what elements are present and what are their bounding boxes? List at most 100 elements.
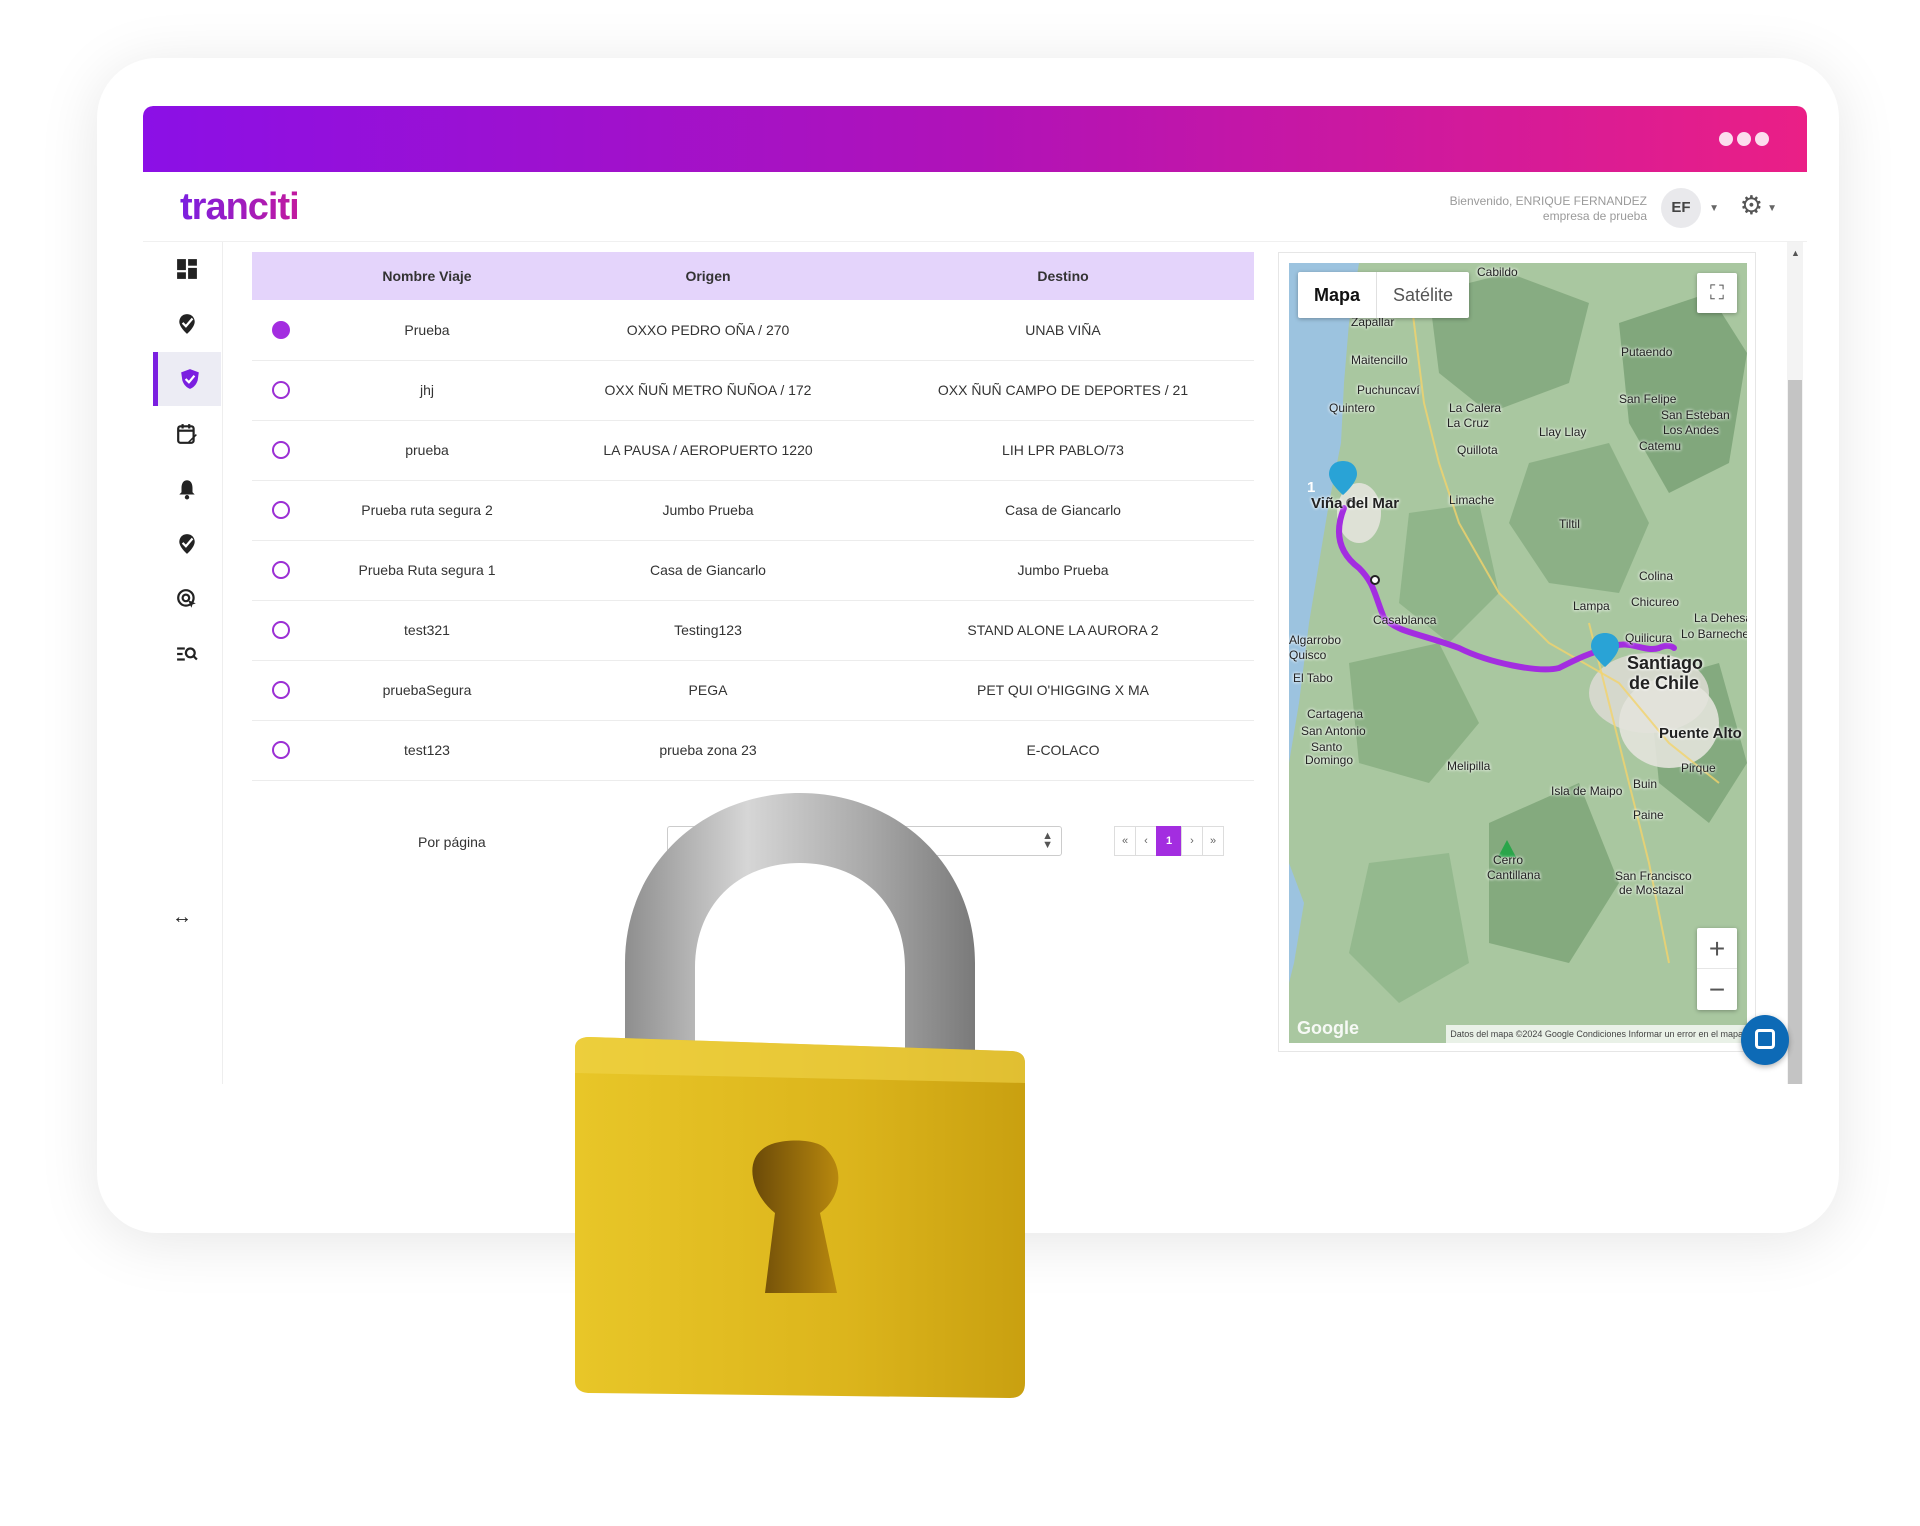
sidebar-item-tracking[interactable] bbox=[153, 572, 221, 626]
cell-origen: OXXO PEDRO OÑA / 270 bbox=[544, 300, 872, 361]
row-radio-button[interactable] bbox=[272, 681, 290, 700]
map-place: Cartagena bbox=[1307, 707, 1364, 721]
gear-icon[interactable]: ⚙ bbox=[1740, 192, 1763, 218]
bell-icon bbox=[179, 480, 195, 500]
map-place: Lampa bbox=[1573, 599, 1610, 613]
page-next-button[interactable]: › bbox=[1181, 826, 1203, 856]
table-row[interactable]: test123 prueba zona 23 E-COLACO bbox=[252, 720, 1254, 781]
calendar-edit-icon bbox=[177, 424, 197, 444]
scroll-thumb[interactable] bbox=[1788, 380, 1802, 1084]
table-row[interactable]: Prueba Ruta segura 1 Casa de Giancarlo Jum… bbox=[252, 540, 1254, 601]
map-type-map-button[interactable]: Mapa bbox=[1298, 272, 1378, 318]
sidebar-item-alerts[interactable] bbox=[153, 462, 221, 516]
welcome-text: Bienvenido, ENRIQUE FERNANDEZ bbox=[1449, 194, 1647, 208]
page-scrollbar[interactable]: ▲ bbox=[1787, 242, 1803, 1084]
cell-origen: prueba zona 23 bbox=[544, 720, 872, 781]
row-select-cell bbox=[252, 480, 310, 541]
google-logo: Google bbox=[1297, 1018, 1359, 1038]
cell-origen: PEGA bbox=[544, 660, 872, 721]
sidebar-item-safe-routes[interactable] bbox=[153, 352, 221, 406]
cell-origen: LA PAUSA / AEROPUERTO 1220 bbox=[544, 420, 872, 481]
zoom-out-button[interactable]: − bbox=[1697, 969, 1737, 1010]
sidebar-item-routes[interactable] bbox=[153, 297, 221, 351]
cell-destino: E-COLACO bbox=[872, 720, 1254, 781]
zoom-in-button[interactable]: + bbox=[1697, 928, 1737, 969]
map-place: Cantillana bbox=[1487, 868, 1541, 882]
sidebar-item-route-check[interactable] bbox=[153, 517, 221, 571]
row-select-cell bbox=[252, 360, 310, 421]
row-radio-button[interactable] bbox=[272, 501, 290, 520]
map-place: Quillota bbox=[1457, 443, 1498, 457]
marker-number: 1 bbox=[1307, 479, 1316, 496]
table-row[interactable]: test321 Testing123 STAND ALONE LA AURORA 2 bbox=[252, 600, 1254, 661]
list-search-icon bbox=[177, 647, 198, 661]
cell-destino: Jumbo Prueba bbox=[872, 540, 1254, 601]
row-radio-button[interactable] bbox=[272, 621, 290, 640]
window-menu-dots-icon[interactable] bbox=[1719, 132, 1769, 146]
cell-destino: STAND ALONE LA AURORA 2 bbox=[872, 600, 1254, 661]
map-place: El Tabo bbox=[1293, 671, 1333, 685]
cell-destino: OXX ÑUÑ CAMPO DE DEPORTES / 21 bbox=[872, 360, 1254, 421]
map-place: Casablanca bbox=[1373, 613, 1437, 627]
map-place: de Chile bbox=[1629, 673, 1700, 693]
row-radio-button[interactable] bbox=[272, 320, 290, 339]
expand-sidebar-icon[interactable]: ↔ bbox=[172, 906, 192, 929]
map-place: Putaendo bbox=[1621, 345, 1673, 359]
page-last-button[interactable]: » bbox=[1202, 826, 1224, 856]
cell-destino: LIH LPR PABLO/73 bbox=[872, 420, 1254, 481]
user-menu-chevron-down-icon[interactable]: ▼ bbox=[1709, 203, 1719, 214]
table-row[interactable]: Prueba OXXO PEDRO OÑA / 270 UNAB VIÑA bbox=[252, 300, 1254, 361]
map-place: Cerro bbox=[1493, 853, 1524, 867]
map-place: Lo Barnechea bbox=[1681, 627, 1747, 641]
cell-nombre-viaje: pruebaSegura bbox=[310, 660, 544, 721]
help-chat-icon[interactable] bbox=[1741, 1015, 1789, 1065]
route-pin-check-icon bbox=[179, 534, 195, 554]
row-radio-button[interactable] bbox=[272, 561, 290, 580]
table-row[interactable]: Prueba ruta segura 2 Jumbo Prueba Casa de … bbox=[252, 480, 1254, 541]
fullscreen-icon[interactable]: ⛶ bbox=[1697, 273, 1737, 313]
trips-table-panel: Nombre Viaje Origen Destino Prueba OXXO P… bbox=[252, 252, 1254, 781]
table-body: Prueba OXXO PEDRO OÑA / 270 UNAB VIÑA jhj OX… bbox=[252, 300, 1254, 781]
row-radio-button[interactable] bbox=[272, 741, 290, 760]
map-place: La Cruz bbox=[1447, 416, 1490, 430]
map-type-satellite-button[interactable]: Satélite bbox=[1377, 272, 1469, 318]
map-place: Los Andes bbox=[1663, 423, 1720, 437]
sidebar-item-schedule[interactable] bbox=[153, 407, 221, 461]
map-place: La Dehesa bbox=[1694, 611, 1747, 625]
top-navbar: tranciti Bienvenido, ENRIQUE FERNANDEZ e… bbox=[143, 172, 1807, 242]
map-attribution[interactable]: Datos del mapa ©2024 Google Condiciones … bbox=[1446, 1025, 1747, 1043]
cell-nombre-viaje: test321 bbox=[310, 600, 544, 661]
map-place: San Esteban bbox=[1661, 408, 1730, 422]
table-row[interactable]: prueba LA PAUSA / AEROPUERTO 1220 LIH LPR … bbox=[252, 420, 1254, 481]
per-page-label: Por página bbox=[418, 834, 486, 850]
scroll-up-icon[interactable]: ▲ bbox=[1791, 248, 1800, 258]
window-title-bar bbox=[143, 106, 1807, 172]
column-header-nombre: Nombre Viaje bbox=[310, 252, 544, 300]
sidebar: ↔ bbox=[143, 242, 223, 1084]
cell-origen: Jumbo Prueba bbox=[544, 480, 872, 541]
page-first-button[interactable]: « bbox=[1114, 826, 1136, 856]
company-text: empresa de prueba bbox=[1542, 209, 1647, 223]
map-type-toggle: Mapa Satélite bbox=[1298, 272, 1470, 318]
avatar[interactable]: EF bbox=[1661, 188, 1701, 228]
settings-chevron-down-icon[interactable]: ▼ bbox=[1767, 203, 1777, 214]
map-place: San Antonio bbox=[1301, 724, 1366, 738]
sidebar-item-dashboard[interactable] bbox=[153, 242, 221, 296]
route-map[interactable]: 1 Cabildo Zapallar Maitencillo Putaendo … bbox=[1289, 263, 1747, 1043]
cell-nombre-viaje: prueba bbox=[310, 420, 544, 481]
table-header-row: Nombre Viaje Origen Destino bbox=[252, 252, 1254, 300]
row-radio-button[interactable] bbox=[272, 381, 290, 400]
map-place: Quintero bbox=[1329, 401, 1376, 415]
map-place: Pirque bbox=[1681, 761, 1716, 775]
table-row[interactable]: pruebaSegura PEGA PET QUI O'HIGGING X MA bbox=[252, 660, 1254, 721]
row-radio-button[interactable] bbox=[272, 441, 290, 460]
cell-nombre-viaje: Prueba Ruta segura 1 bbox=[310, 540, 544, 601]
cell-nombre-viaje: Prueba bbox=[310, 300, 544, 361]
page-prev-button[interactable]: ‹ bbox=[1135, 826, 1157, 856]
tranciti-logo[interactable]: tranciti bbox=[180, 186, 300, 229]
table-row[interactable]: jhj OXX ÑUÑ METRO ÑUÑOA / 172 OXX ÑUÑ CAMP… bbox=[252, 360, 1254, 421]
sidebar-item-search[interactable] bbox=[153, 627, 221, 681]
page-current-button[interactable]: 1 bbox=[1156, 826, 1182, 856]
column-header-origen: Origen bbox=[544, 252, 872, 300]
padlock-icon bbox=[575, 793, 1025, 1398]
